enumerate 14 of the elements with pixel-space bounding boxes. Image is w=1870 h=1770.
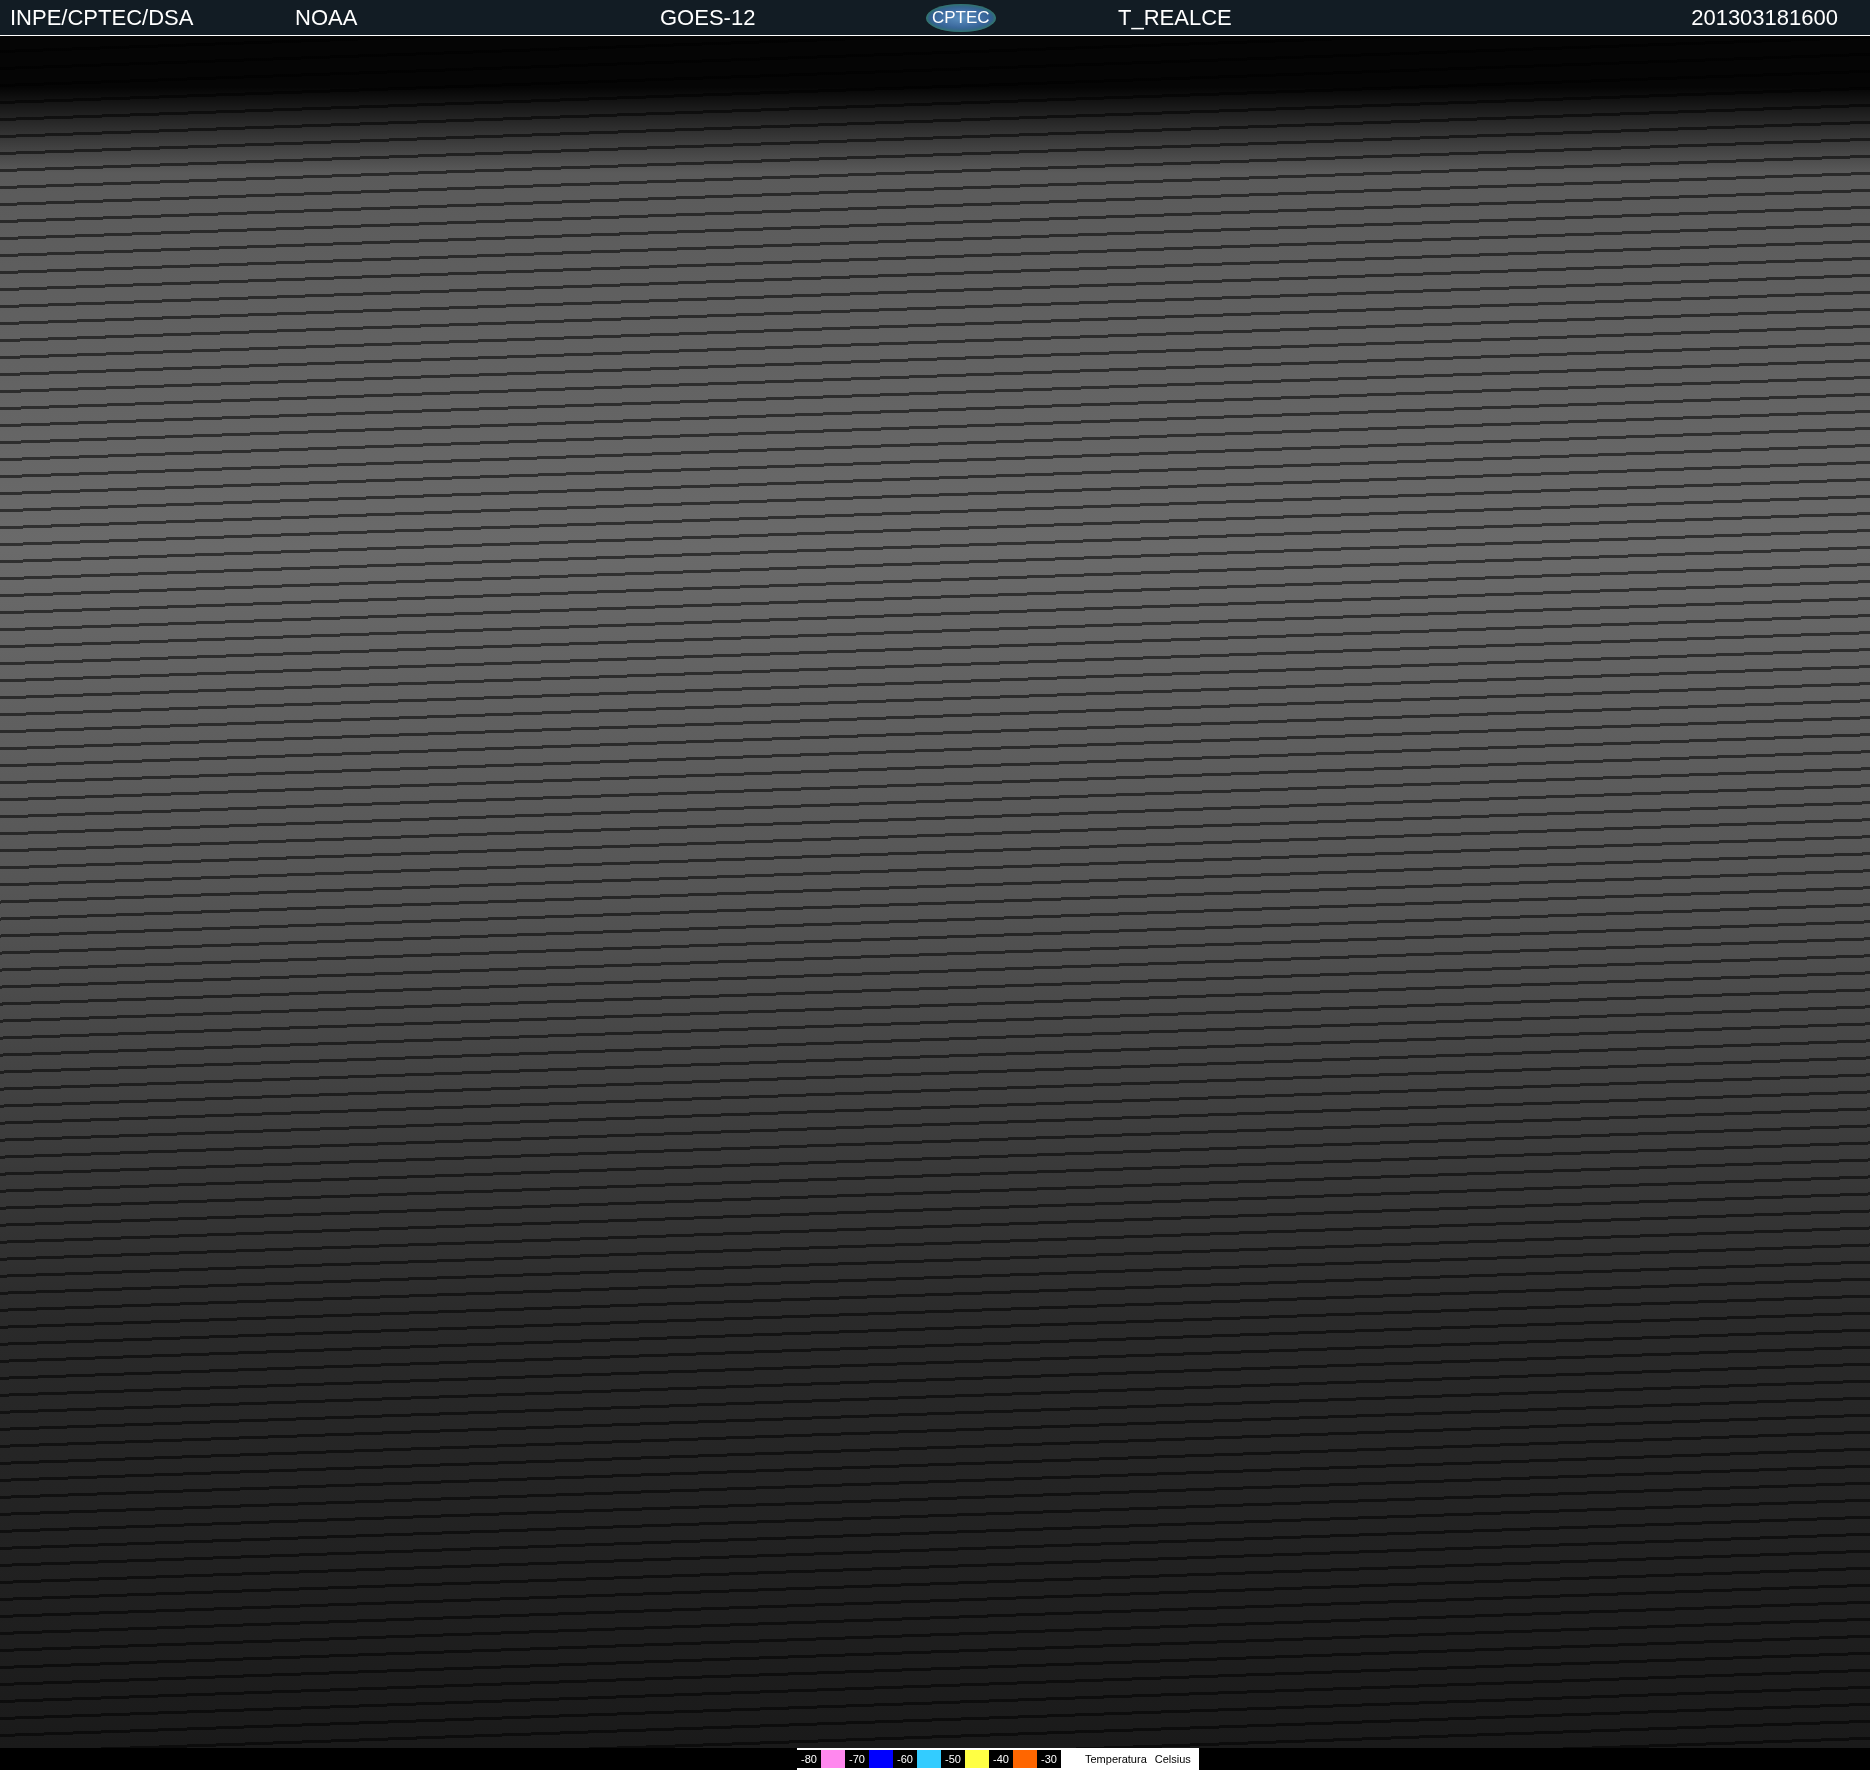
scale-value: -80 bbox=[797, 1750, 821, 1768]
scale-value: -30 bbox=[1037, 1750, 1061, 1768]
timestamp-label: 201303181600 bbox=[1691, 4, 1839, 31]
scale-value: -40 bbox=[989, 1750, 1013, 1768]
unit-label: Celsius bbox=[1154, 1753, 1191, 1765]
scale-value: -50 bbox=[941, 1750, 965, 1768]
scale-value: -60 bbox=[893, 1750, 917, 1768]
source-label: INPE/CPTEC/DSA bbox=[10, 4, 195, 31]
product-label: T_REALCE bbox=[1118, 4, 1232, 31]
scale-value: -70 bbox=[845, 1750, 869, 1768]
logo: CPTEC bbox=[926, 3, 996, 32]
legend-title: Temperatura bbox=[1085, 1753, 1147, 1765]
agency-label: NOAA bbox=[295, 4, 359, 31]
satellite-label: GOES-12 bbox=[660, 4, 757, 31]
